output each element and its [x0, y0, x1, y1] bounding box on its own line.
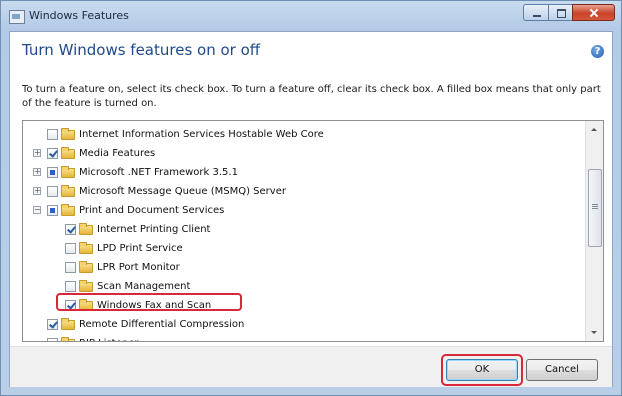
feature-checkbox[interactable] — [47, 186, 58, 197]
feature-row[interactable]: + Microsoft .NET Framework 3.5.1 — [23, 163, 585, 182]
feature-row[interactable]: + Microsoft Message Queue (MSMQ) Server — [23, 182, 585, 201]
dialog-footer: OK Cancel — [10, 346, 612, 387]
title-bar[interactable]: Windows Features — [1, 1, 621, 31]
folder-icon — [61, 147, 75, 159]
cancel-button[interactable]: Cancel — [526, 359, 598, 381]
minimize-button[interactable] — [523, 4, 549, 21]
scroll-grip-icon — [592, 204, 598, 205]
feature-label: LPR Port Monitor — [97, 262, 180, 273]
feature-row[interactable]: + Media Features — [23, 144, 585, 163]
folder-icon — [79, 242, 93, 254]
scroll-down-arrow-icon[interactable] — [586, 324, 603, 341]
feature-checkbox[interactable] — [47, 167, 58, 178]
scroll-up-arrow-icon[interactable] — [586, 121, 603, 138]
feature-checkbox[interactable] — [65, 224, 76, 235]
folder-icon — [61, 185, 75, 197]
folder-icon — [79, 223, 93, 235]
expand-icon[interactable]: + — [33, 187, 41, 195]
window-title: Windows Features — [29, 9, 129, 22]
folder-icon — [61, 318, 75, 330]
collapse-icon[interactable]: − — [33, 206, 41, 214]
feature-checkbox[interactable] — [47, 319, 58, 330]
feature-row[interactable]: Remote Differential Compression — [23, 315, 585, 334]
folder-icon — [61, 337, 75, 341]
folder-icon — [79, 261, 93, 273]
feature-label: Print and Document Services — [79, 205, 225, 216]
feature-row[interactable]: − Print and Document Services — [23, 201, 585, 220]
dialog-client-area: Turn Windows features on or off ? To tur… — [9, 31, 613, 387]
window-app-icon — [9, 10, 25, 24]
ok-button[interactable]: OK — [446, 359, 518, 381]
folder-icon — [61, 128, 75, 140]
close-button[interactable] — [572, 4, 615, 21]
page-heading: Turn Windows features on or off — [22, 41, 261, 59]
feature-label: RIP Listener — [79, 334, 138, 341]
expand-icon[interactable]: + — [33, 149, 41, 157]
feature-checkbox[interactable] — [65, 262, 76, 273]
feature-label: Microsoft Message Queue (MSMQ) Server — [79, 186, 286, 197]
feature-row[interactable]: Internet Information Services Hostable W… — [23, 125, 585, 144]
feature-label: Remote Differential Compression — [79, 319, 245, 330]
feature-label: Internet Information Services Hostable W… — [79, 129, 324, 140]
scroll-thumb[interactable] — [588, 169, 602, 247]
feature-checkbox[interactable] — [47, 205, 58, 216]
folder-icon — [61, 204, 75, 216]
feature-label: Media Features — [79, 148, 156, 159]
tree-scrollbar[interactable] — [585, 121, 603, 341]
feature-row[interactable]: LPD Print Service — [23, 239, 585, 258]
help-icon[interactable]: ? — [591, 45, 604, 58]
features-tree: Internet Information Services Hostable W… — [22, 120, 604, 342]
windows-fax-and-scan-highlight — [56, 293, 242, 311]
feature-checkbox[interactable] — [47, 338, 58, 341]
feature-checkbox[interactable] — [65, 281, 76, 292]
header-band: Turn Windows features on or off ? — [10, 32, 612, 74]
folder-icon — [61, 166, 75, 178]
feature-checkbox[interactable] — [47, 148, 58, 159]
expand-icon[interactable]: + — [33, 168, 41, 176]
folder-icon — [79, 280, 93, 292]
feature-row[interactable]: Internet Printing Client — [23, 220, 585, 239]
feature-label: Microsoft .NET Framework 3.5.1 — [79, 167, 238, 178]
feature-row[interactable]: RIP Listener — [23, 334, 585, 341]
feature-label: LPD Print Service — [97, 243, 183, 254]
maximize-button[interactable] — [548, 4, 573, 21]
feature-checkbox[interactable] — [65, 243, 76, 254]
caption-buttons — [523, 4, 615, 22]
feature-label: Internet Printing Client — [97, 224, 211, 235]
feature-checkbox[interactable] — [47, 129, 58, 140]
windows-features-dialog: Windows Features Turn Windows features o… — [0, 0, 622, 396]
instructions-text: To turn a feature on, select its check b… — [22, 84, 601, 109]
feature-row[interactable]: LPR Port Monitor — [23, 258, 585, 277]
